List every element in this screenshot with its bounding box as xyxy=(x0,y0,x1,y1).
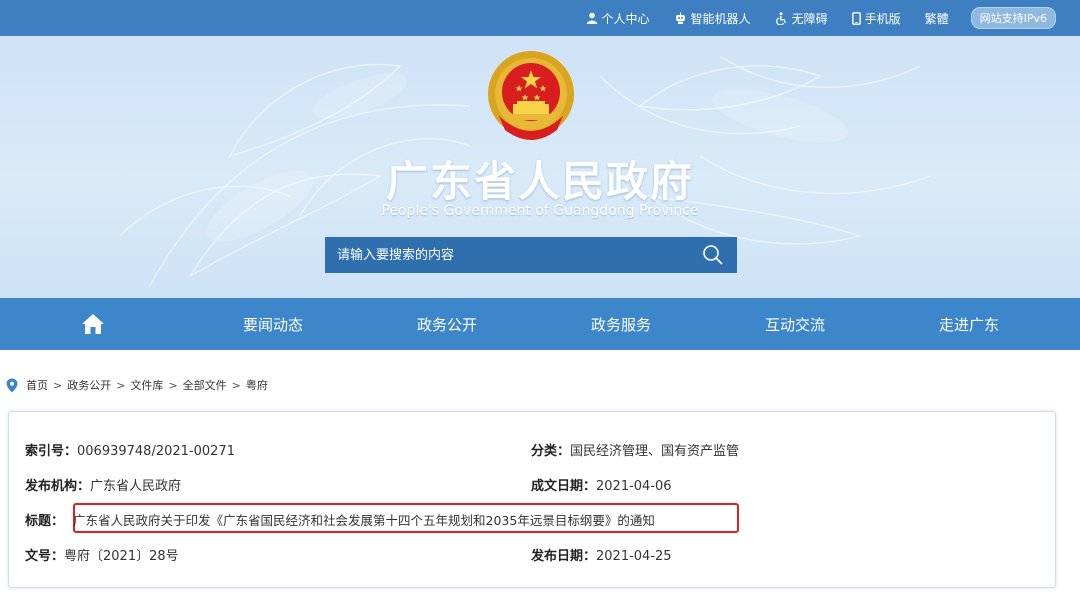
site-subtitle: People's Government of Guangdong Provinc… xyxy=(381,203,699,219)
index-number-label: 索引号： xyxy=(25,444,78,459)
breadcrumb-all-documents[interactable]: 全部文件 xyxy=(183,377,227,393)
top-utility-bar: 个人中心 智能机器人 无障碍 手机版 繁體 网站支持IPv6 xyxy=(0,0,1080,36)
nav-government-services[interactable]: 政务服务 xyxy=(534,298,708,350)
breadcrumb: 首页 > 政务公开 > 文件库 > 全部文件 > 粤府 xyxy=(6,376,268,394)
search-icon xyxy=(703,245,723,265)
document-number-row: 文号：粤府〔2021〕28号 xyxy=(25,545,179,564)
category-value: 国民经济管理、国有资产监管 xyxy=(570,444,740,459)
header-banner: 广东省人民政府 People's Government of Guangdong… xyxy=(0,36,1080,298)
mobile-icon xyxy=(851,11,861,25)
site-title: 广东省人民政府 xyxy=(385,157,694,206)
mobile-version-link[interactable]: 手机版 xyxy=(851,10,901,27)
search-bar xyxy=(325,237,737,273)
personal-center-link[interactable]: 个人中心 xyxy=(586,10,650,27)
title-row: 标题： xyxy=(25,510,64,529)
issuer-row: 发布机构：广东省人民政府 xyxy=(25,475,181,494)
person-icon xyxy=(586,12,597,24)
search-button[interactable] xyxy=(689,237,737,273)
breadcrumb-separator: > xyxy=(231,378,241,392)
created-date-label: 成文日期： xyxy=(531,479,597,494)
published-date-value: 2021-04-25 xyxy=(596,549,672,564)
search-input[interactable] xyxy=(325,237,689,273)
document-number-value: 粤府〔2021〕28号 xyxy=(64,549,179,564)
accessibility-link[interactable]: 无障碍 xyxy=(775,10,828,27)
national-emblem-icon xyxy=(488,51,574,140)
traditional-chinese-link[interactable]: 繁體 xyxy=(925,10,949,27)
breadcrumb-home[interactable]: 首页 xyxy=(26,377,48,393)
accessibility-icon xyxy=(775,11,786,25)
created-date-row: 成文日期：2021-04-06 xyxy=(531,475,672,494)
accessibility-label: 无障碍 xyxy=(791,11,828,26)
location-pin-icon xyxy=(6,378,18,392)
home-icon xyxy=(82,314,104,334)
nav-interaction[interactable]: 互动交流 xyxy=(708,298,882,350)
breadcrumb-separator: > xyxy=(116,378,126,392)
issuer-label: 发布机构： xyxy=(25,479,91,494)
nav-government-affairs[interactable]: 政务公开 xyxy=(360,298,534,350)
smart-robot-link[interactable]: 智能机器人 xyxy=(674,10,751,27)
ipv6-badge: 网站支持IPv6 xyxy=(970,7,1056,29)
title-label: 标题： xyxy=(25,514,65,529)
nav-about-guangdong[interactable]: 走进广东 xyxy=(882,298,1056,350)
mobile-version-label: 手机版 xyxy=(864,11,901,26)
personal-center-label: 个人中心 xyxy=(601,11,650,26)
index-number-row: 索引号：006939748/2021-00271 xyxy=(25,440,235,459)
category-row: 分类：国民经济管理、国有资产监管 xyxy=(531,440,739,459)
robot-icon xyxy=(675,12,685,24)
nav-news[interactable]: 要闻动态 xyxy=(186,298,360,350)
published-date-label: 发布日期： xyxy=(531,549,597,564)
category-label: 分类： xyxy=(531,444,571,459)
published-date-row: 发布日期：2021-04-25 xyxy=(531,545,672,564)
breadcrumb-document-library[interactable]: 文件库 xyxy=(130,377,163,393)
smart-robot-label: 智能机器人 xyxy=(690,11,751,26)
breadcrumb-separator: > xyxy=(168,378,178,392)
document-number-label: 文号： xyxy=(25,549,65,564)
index-number-value: 006939748/2021-00271 xyxy=(77,444,235,459)
created-date-value: 2021-04-06 xyxy=(596,479,672,494)
breadcrumb-government-affairs[interactable]: 政务公开 xyxy=(67,377,111,393)
title-value: 广东省人民政府关于印发《广东省国民经济和社会发展第十四个五年规划和2035年远景… xyxy=(73,513,655,528)
utility-links: 个人中心 智能机器人 无障碍 手机版 繁體 网站支持IPv6 xyxy=(562,0,1056,36)
nav-home[interactable] xyxy=(0,298,186,350)
main-nav: 要闻动态 政务公开 政务服务 互动交流 走进广东 xyxy=(0,298,1080,350)
issuer-value: 广东省人民政府 xyxy=(90,479,182,494)
breadcrumb-separator: > xyxy=(53,378,63,392)
breadcrumb-yuefu[interactable]: 粤府 xyxy=(246,377,268,393)
traditional-chinese-label: 繁體 xyxy=(924,11,949,26)
document-info-panel: 索引号：006939748/2021-00271 分类：国民经济管理、国有资产监… xyxy=(8,411,1056,588)
